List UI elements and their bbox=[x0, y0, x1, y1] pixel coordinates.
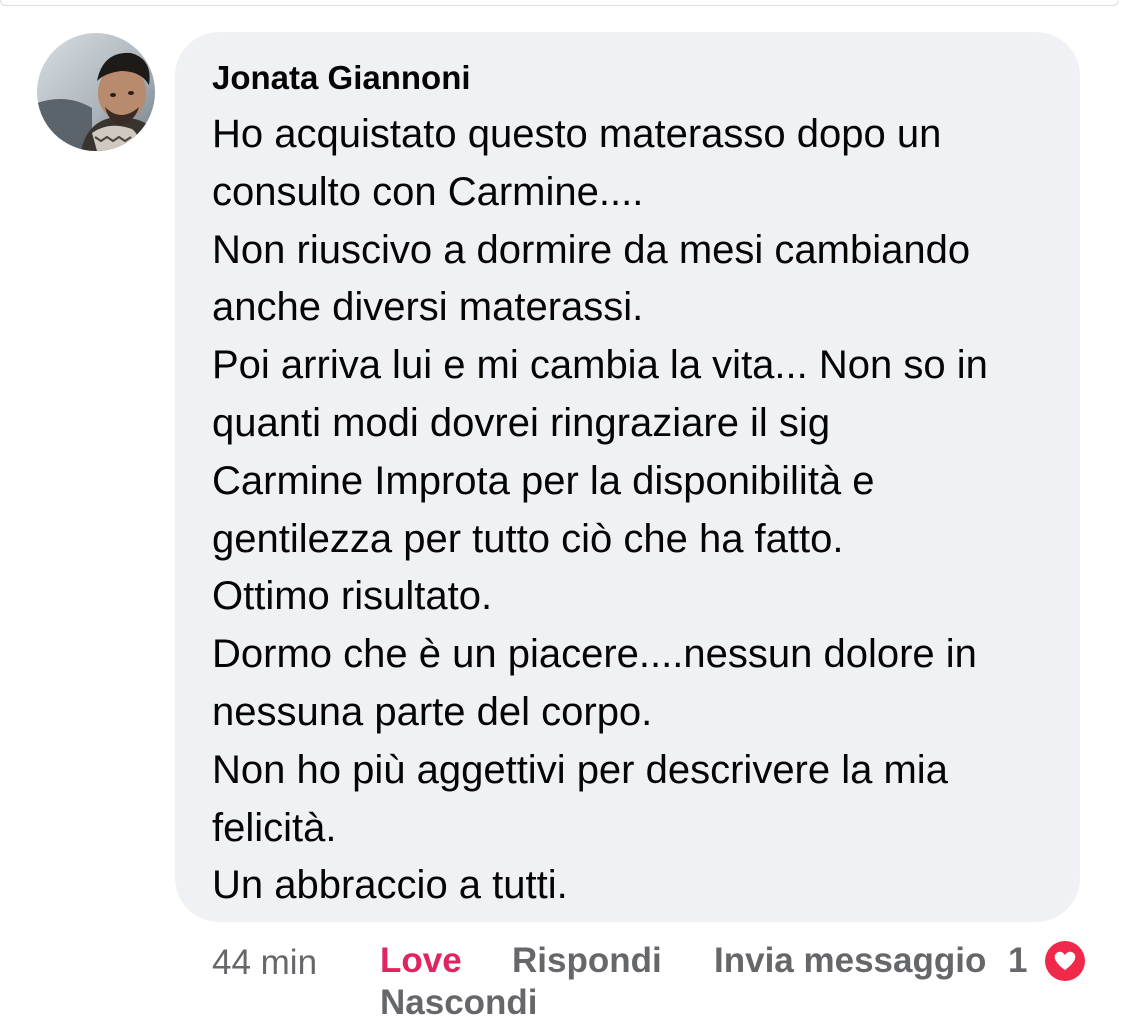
comment-actions: 44 min Love Rispondi Invia messaggio 1 N… bbox=[0, 935, 1125, 1022]
comment-line: Ho acquistato questo materasso dopo un bbox=[212, 112, 942, 156]
comment-line: Ottimo risultato. bbox=[212, 574, 493, 619]
heart-icon[interactable] bbox=[1040, 936, 1090, 986]
reply-button[interactable]: Rispondi bbox=[512, 939, 662, 983]
comment-line: anche diversi materassi. bbox=[212, 285, 644, 330]
comment-line: nessuna parte del corpo. bbox=[212, 689, 653, 734]
comment-line: Non ho più aggettivi per descrivere la m… bbox=[212, 747, 948, 792]
comment-timestamp[interactable]: 44 min bbox=[212, 941, 317, 985]
previous-item-frame bbox=[0, 0, 1119, 6]
comment-bubble: Jonata Giannoni Ho acquistato questo mat… bbox=[175, 32, 1080, 922]
send-message-button[interactable]: Invia messaggio bbox=[714, 939, 986, 983]
reaction-count[interactable]: 1 bbox=[1008, 939, 1027, 983]
comment-line: Carmine Improta per la disponibilità e bbox=[212, 458, 875, 503]
comment-body: Ho acquistato questo materasso dopo un c… bbox=[212, 106, 1050, 915]
comment-line: Poi arriva lui e mi cambia la vita... No… bbox=[212, 343, 988, 388]
comment-line: quanti modi dovrei ringraziare il sig bbox=[212, 400, 831, 445]
comment-line: gentilezza per tutto ciò che ha fatto. bbox=[212, 516, 844, 561]
comment-line: Non riuscivo a dormire da mesi cambiando bbox=[212, 227, 971, 272]
hide-button[interactable]: Nascondi bbox=[380, 981, 538, 1025]
comment-line: Un abbraccio a tutti. bbox=[212, 863, 568, 908]
comment-line: consulto con Carmine.... bbox=[212, 169, 644, 214]
comment-author[interactable]: Jonata Giannoni bbox=[212, 58, 1050, 98]
love-reaction-button[interactable]: Love bbox=[380, 939, 462, 983]
comment-line: felicità. bbox=[212, 805, 337, 850]
comment-line: Dormo che è un piacere....nessun dolore … bbox=[212, 632, 977, 677]
avatar[interactable] bbox=[37, 33, 155, 151]
